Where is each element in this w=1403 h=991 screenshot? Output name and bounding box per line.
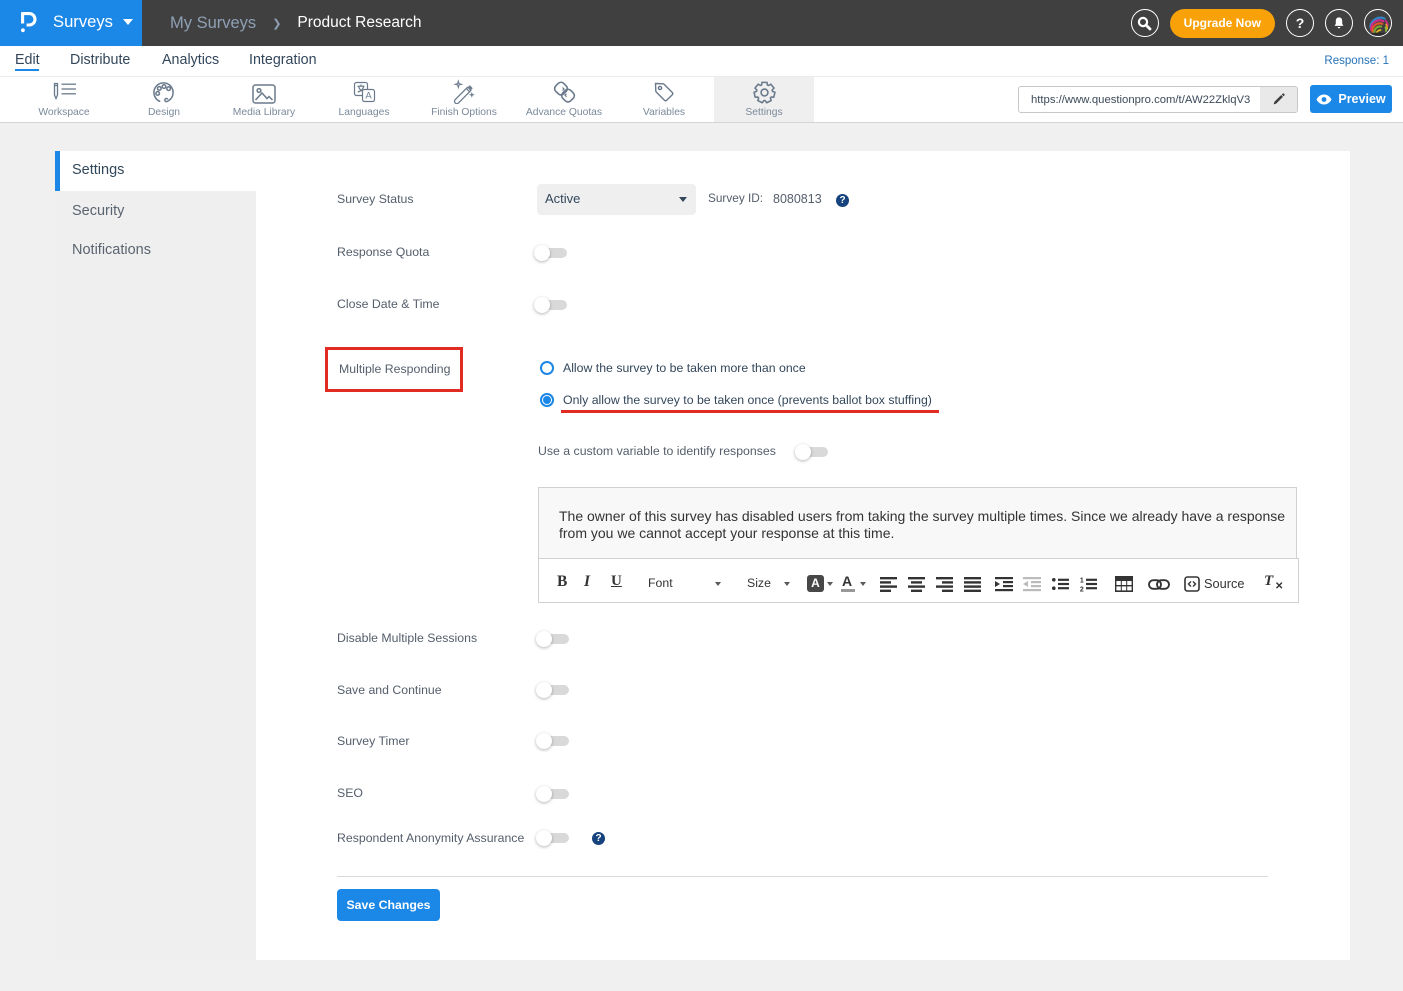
svg-text:1: 1 [1080,578,1084,585]
svg-text:2: 2 [1080,587,1084,592]
svg-text:A: A [365,91,372,102]
